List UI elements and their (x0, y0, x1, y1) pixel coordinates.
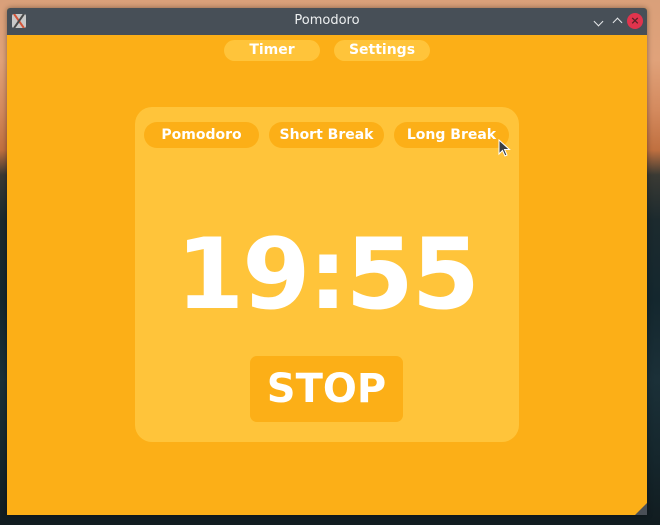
mode-long-break-button[interactable]: Long Break (394, 122, 509, 148)
nav-tab-timer[interactable]: Timer (224, 40, 320, 61)
resize-grip[interactable] (635, 503, 647, 515)
chevron-up-icon (612, 17, 622, 28)
mode-pomodoro-button[interactable]: Pomodoro (144, 122, 259, 148)
mode-short-break-button[interactable]: Short Break (269, 122, 384, 148)
app-window: Pomodoro × Timer Settings Pomodoro Short… (7, 8, 647, 515)
window-title: Pomodoro (294, 13, 360, 28)
timer-card: Pomodoro Short Break Long Break 19:55 ST… (135, 107, 519, 442)
maximize-button[interactable] (609, 13, 625, 29)
stop-button[interactable]: STOP (250, 356, 403, 422)
minimize-button[interactable] (590, 13, 606, 29)
nav-tab-settings[interactable]: Settings (334, 40, 430, 61)
title-bar[interactable]: Pomodoro × (7, 8, 647, 35)
timer-display: 19:55 (176, 218, 480, 332)
chevron-down-icon (593, 16, 603, 27)
close-button[interactable]: × (627, 13, 643, 29)
close-icon: × (630, 14, 640, 27)
